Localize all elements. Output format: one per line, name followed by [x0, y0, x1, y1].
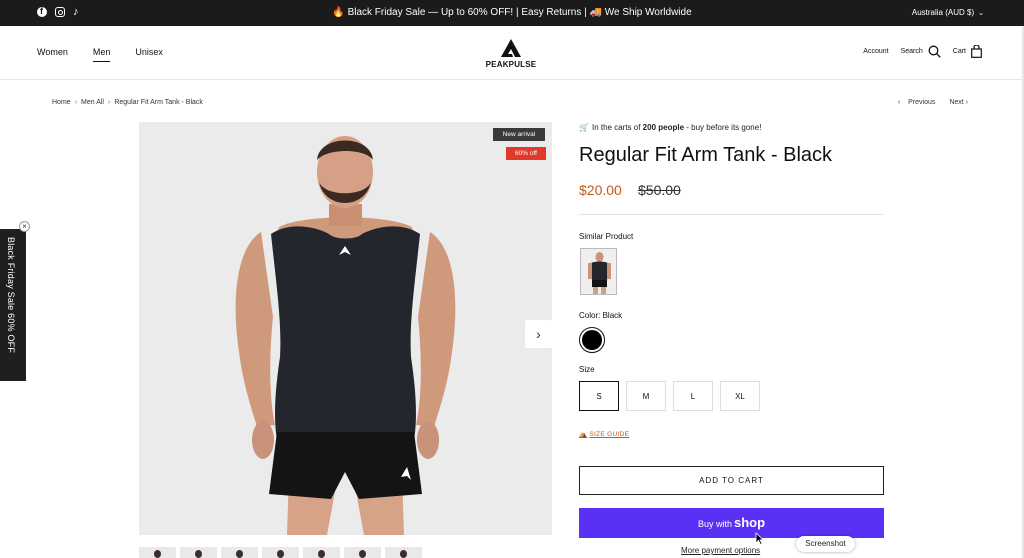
next-link[interactable]: Next › — [943, 99, 968, 106]
bag-icon — [971, 45, 982, 58]
divider — [579, 214, 884, 215]
swatch-dot — [582, 330, 602, 350]
breadcrumb-separator-icon: › — [108, 99, 111, 106]
product-image[interactable] — [139, 122, 552, 535]
close-icon[interactable]: × — [19, 221, 30, 232]
region-selector[interactable]: Australia (AUD $) ⌄ — [912, 8, 984, 17]
header-utilities: Account Search Cart — [851, 45, 982, 58]
thumbnail[interactable] — [303, 547, 340, 558]
thumbnail[interactable] — [139, 547, 176, 558]
cart-icon: 🛒 — [579, 123, 589, 132]
color-value: Black — [602, 311, 623, 320]
carts-notice: 🛒 In the carts of 200 people - buy before… — [579, 123, 761, 132]
model-photo — [139, 122, 552, 535]
sale-price: $20.00 — [579, 182, 622, 198]
size-selector: S M L XL — [579, 381, 760, 411]
carts-suffix: - buy before its gone! — [686, 123, 762, 132]
thumbnail[interactable] — [262, 547, 299, 558]
search-button[interactable]: Search — [901, 45, 941, 58]
thumbnail[interactable] — [344, 547, 381, 558]
more-payment-options-link[interactable]: More payment options — [681, 546, 760, 555]
breadcrumb-home[interactable]: Home — [52, 99, 71, 106]
announcement-bar: ♪ 🔥 Black Friday Sale — Up to 60% OFF! |… — [0, 0, 1024, 26]
size-option-s[interactable]: S — [579, 381, 619, 411]
nav-item-men[interactable]: Men — [92, 47, 111, 62]
account-label: Account — [863, 48, 889, 55]
add-to-cart-button[interactable]: ADD TO CART — [579, 466, 884, 495]
brand-wordmark: PEAKPULSE — [485, 60, 537, 69]
discount-badge: 60% off — [506, 147, 546, 160]
breadcrumb-separator-icon: › — [74, 99, 78, 106]
buy-with-label: Buy with — [697, 519, 732, 529]
next-label: Next — [949, 99, 964, 106]
product-pagination: ‹ Previous Next › — [892, 99, 968, 106]
breadcrumb-current: Regular Fit Arm Tank - Black — [114, 99, 203, 106]
product-title: Regular Fit Arm Tank - Black — [579, 144, 833, 166]
gallery-next-button[interactable]: › — [525, 320, 552, 348]
announcement-message: 🔥 Black Friday Sale — Up to 60% OFF! | E… — [332, 7, 692, 18]
color-label-prefix: Color: — [579, 311, 601, 320]
region-label: Australia (AUD $) — [911, 8, 975, 17]
color-label: Color: Black — [579, 311, 622, 320]
size-option-l[interactable]: L — [673, 381, 713, 411]
peak-logo-icon — [501, 39, 521, 57]
side-tab-label: Black Friday Sale 60% OFF — [6, 237, 16, 354]
chevron-down-icon: ⌄ — [978, 10, 984, 17]
black-friday-side-tab[interactable]: Black Friday Sale 60% OFF — [0, 229, 26, 381]
search-label: Search — [900, 48, 923, 55]
nav-item-women[interactable]: Women — [37, 47, 68, 62]
ruler-icon: ⛺ — [579, 431, 588, 438]
chevron-right-icon: › — [536, 326, 541, 342]
cart-label: Cart — [952, 48, 966, 55]
color-swatch-black[interactable] — [579, 327, 605, 353]
account-link[interactable]: Account — [863, 48, 888, 55]
mouse-cursor-icon — [755, 532, 764, 545]
thumbnail[interactable] — [385, 547, 422, 558]
similar-product-label: Similar Product — [579, 232, 634, 241]
compare-at-price: $50.00 — [638, 182, 681, 198]
carts-prefix: In the carts of — [591, 123, 641, 132]
size-option-m[interactable]: M — [626, 381, 666, 411]
brand-logo[interactable]: PEAKPULSE — [481, 38, 541, 69]
previous-label: Previous — [908, 99, 936, 106]
breadcrumb: Home › Men All › Regular Fit Arm Tank - Blac… — [52, 99, 203, 106]
size-label: Size — [579, 365, 595, 374]
shop-wordmark: shop — [733, 515, 766, 530]
size-guide-label: SIZE GUIDE — [589, 431, 630, 438]
thumbnail[interactable] — [180, 547, 217, 558]
cart-button[interactable]: Cart — [953, 45, 982, 58]
site-header: Women Men Unisex PEAKPULSE Account Searc… — [0, 26, 1022, 80]
previous-link[interactable]: ‹ Previous — [898, 99, 936, 106]
thumbnail-strip — [139, 547, 422, 558]
screenshot-toast: Screenshot — [796, 536, 855, 552]
carts-count: 200 people — [642, 123, 685, 132]
similar-product-photo — [581, 249, 616, 294]
nav-item-unisex[interactable]: Unisex — [135, 47, 163, 62]
new-arrival-badge: New arrival — [493, 128, 545, 141]
buy-with-shop-button[interactable]: Buy with shop — [579, 508, 884, 538]
breadcrumb-men-all[interactable]: Men All — [81, 99, 104, 106]
similar-product-thumbnail[interactable] — [580, 248, 617, 295]
size-guide-link[interactable]: ⛺ SIZE GUIDE — [579, 430, 629, 438]
thumbnail[interactable] — [221, 547, 258, 558]
size-option-xl[interactable]: XL — [720, 381, 760, 411]
search-icon — [928, 45, 941, 58]
main-nav: Women Men Unisex — [37, 47, 163, 62]
